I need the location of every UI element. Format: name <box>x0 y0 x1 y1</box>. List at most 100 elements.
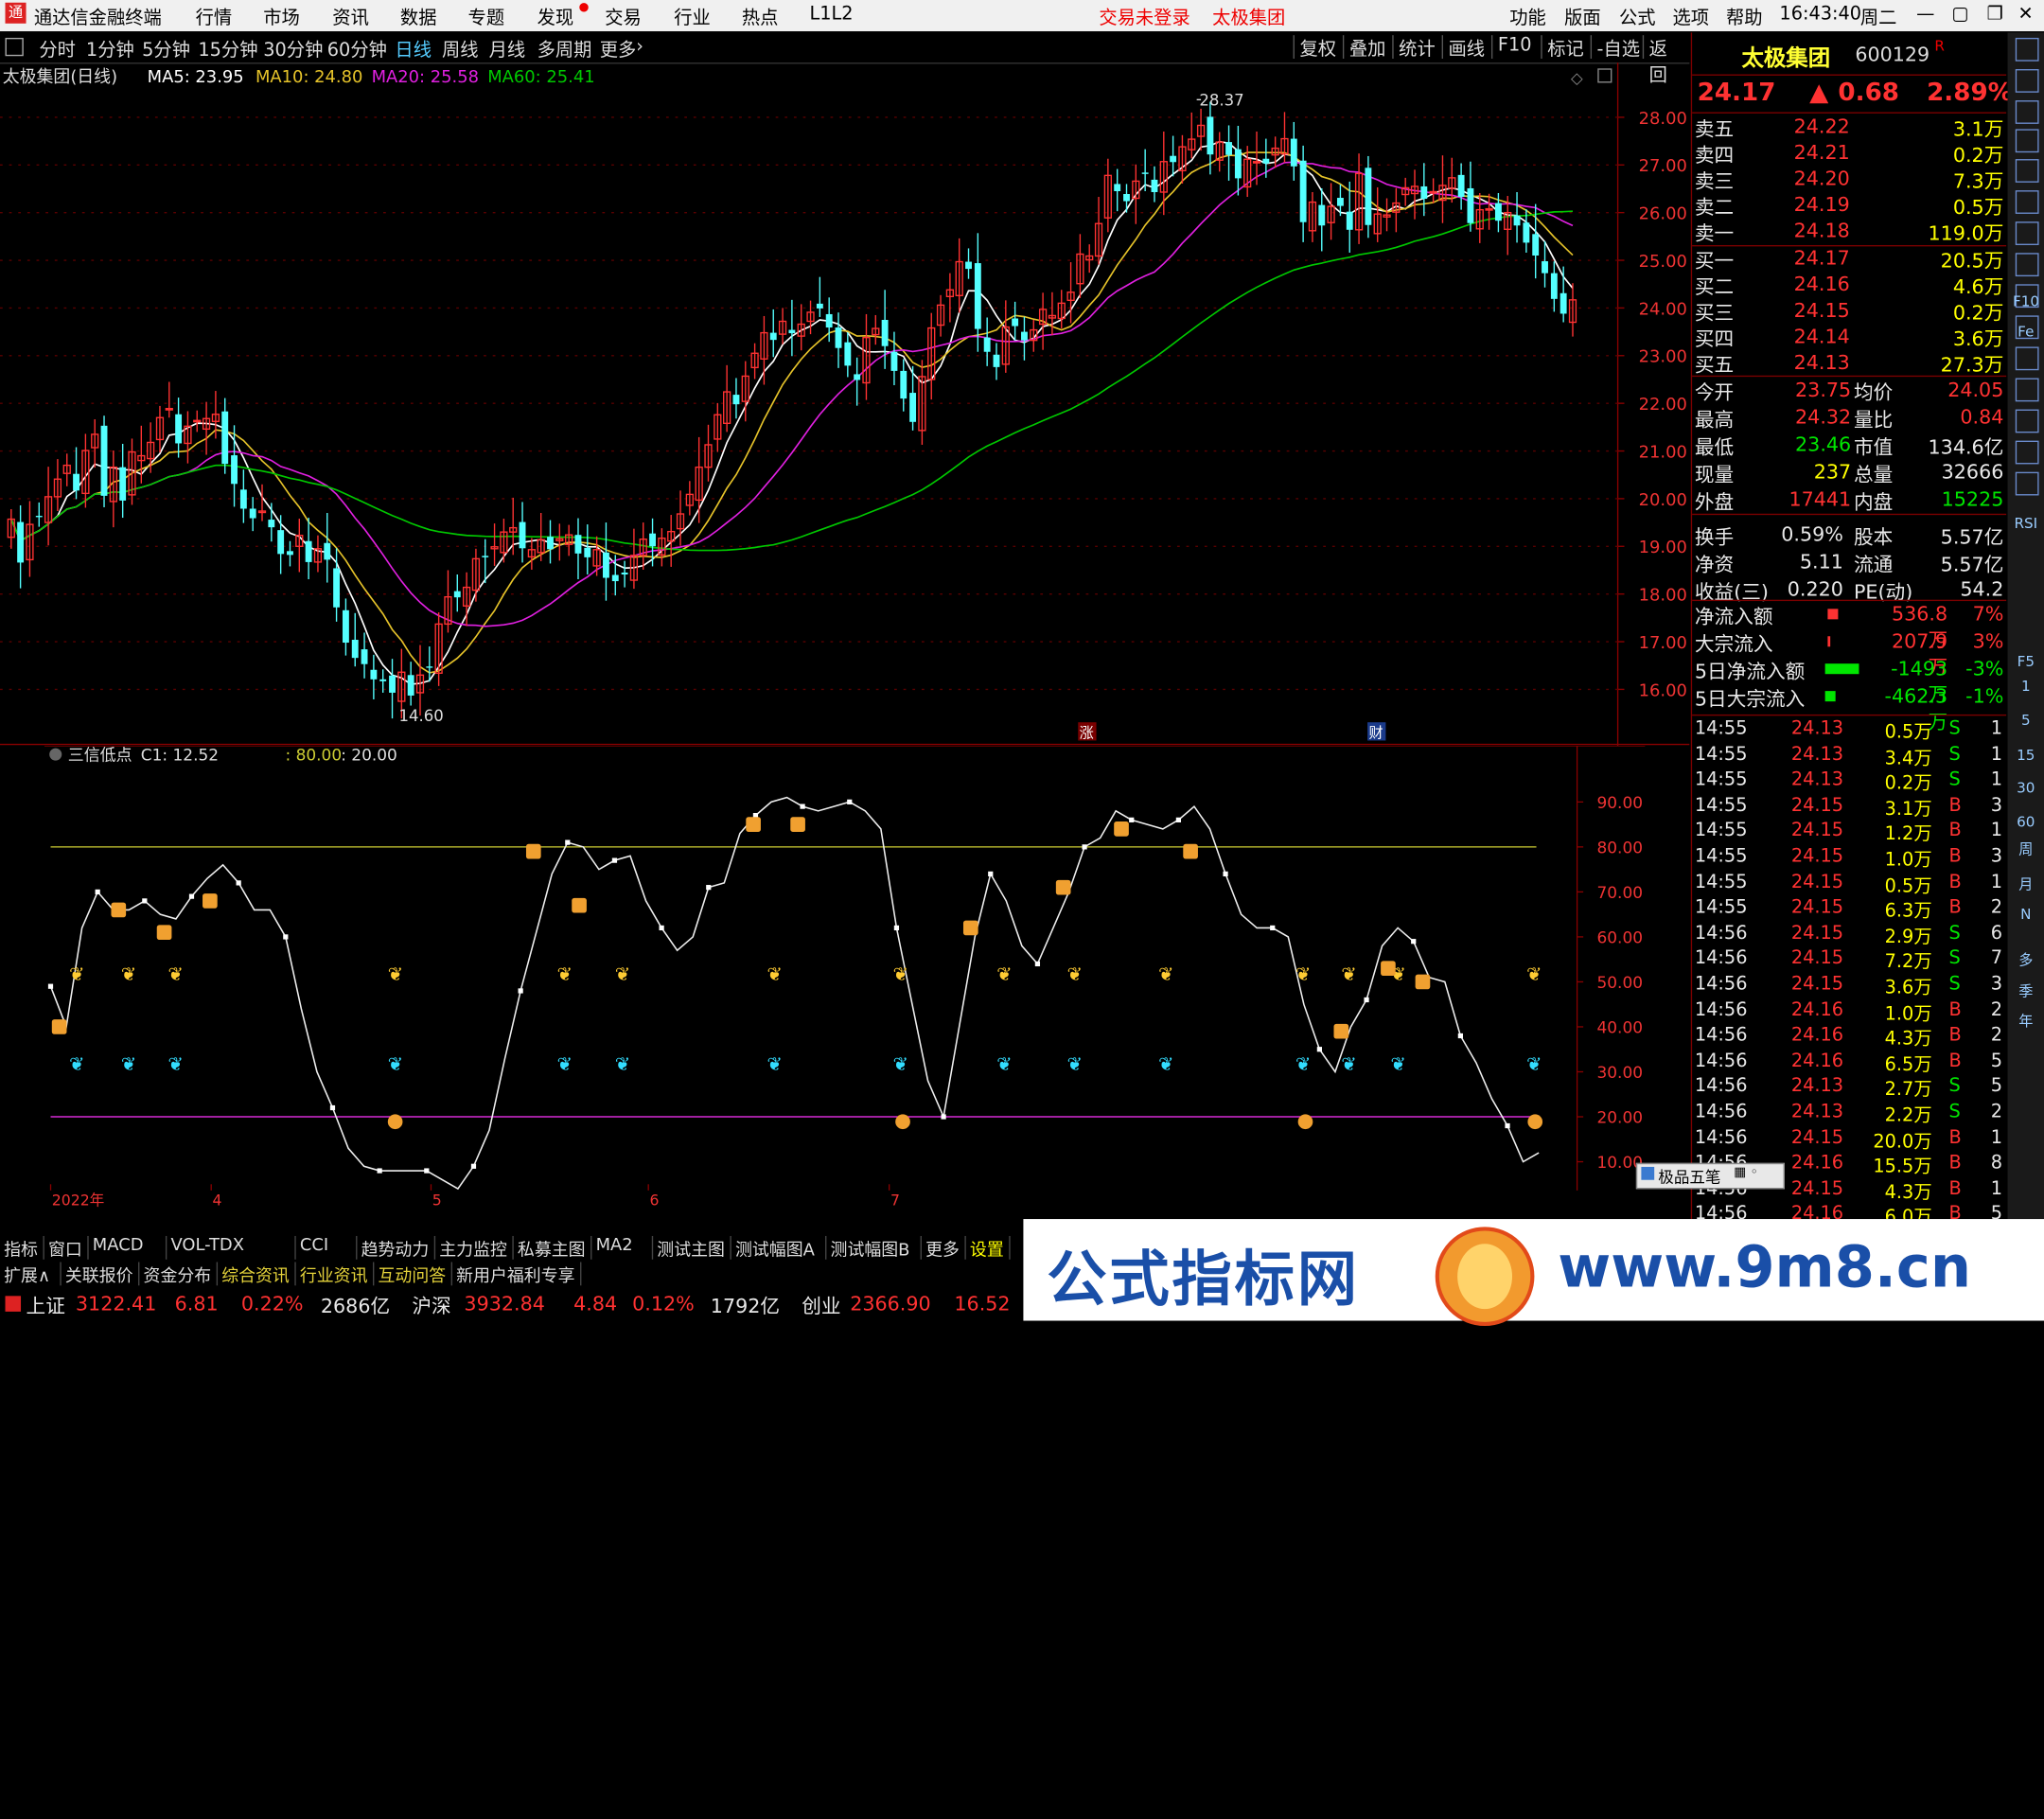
side-tool-icon[interactable] <box>2015 471 2039 496</box>
tab-indicator-12[interactable]: 更多 <box>922 1235 966 1261</box>
menu-faxian[interactable]: 发现 <box>537 4 574 30</box>
tab-indicator-5[interactable]: 趋势动力 <box>357 1235 436 1261</box>
side-tool-icon[interactable] <box>2015 409 2039 433</box>
tab-indicator-7[interactable]: 私募主图 <box>514 1235 592 1261</box>
tool-diejia[interactable]: 叠加 <box>1342 35 1391 60</box>
side-tool-icon[interactable] <box>2015 69 2039 93</box>
tab-info-6[interactable]: 新用户福利专享 <box>452 1262 582 1287</box>
tab-info-1[interactable]: 关联报价 <box>62 1262 140 1287</box>
menu-gongshi[interactable]: 公式 <box>1619 4 1656 30</box>
tab-info-4[interactable]: 行业资讯 <box>296 1262 375 1287</box>
menu-jiaoyi[interactable]: 交易 <box>605 4 642 30</box>
tool-fanhui[interactable]: 返回 <box>1642 35 1690 86</box>
side-tool-icon[interactable] <box>2015 159 2039 183</box>
panel-toggle-icon[interactable] <box>5 37 24 57</box>
tab-indicator-1[interactable]: 窗口 <box>44 1235 89 1261</box>
chart-expand-icon[interactable] <box>1597 68 1612 83</box>
side-label-10[interactable]: 30 <box>2013 780 2039 797</box>
maximize-icon[interactable]: ❐ <box>1986 4 2002 25</box>
side-tool-icon[interactable] <box>2015 100 2039 124</box>
tab-info-3[interactable]: 综合资讯 <box>218 1262 296 1287</box>
tab-indicator-9[interactable]: 测试主图 <box>653 1235 731 1261</box>
buy-row[interactable]: 买五 24.13 27.3万 <box>1692 351 2006 378</box>
buy-row[interactable]: 买三 24.15 0.2万 <box>1692 298 2006 325</box>
status-icon[interactable] <box>5 1296 22 1312</box>
buy-row[interactable]: 买一 24.17 20.5万 <box>1692 246 2006 273</box>
tab-info-0[interactable]: 扩展∧ <box>0 1262 62 1287</box>
period-30min[interactable]: 30分钟 <box>263 37 323 63</box>
price-chart[interactable]: 16.00 17.00 18.00 19.00 20.00 21.00 22.00 23.00… <box>0 62 1690 746</box>
period-5min[interactable]: 5分钟 <box>142 37 190 63</box>
side-label-8[interactable]: 5 <box>2013 712 2039 729</box>
side-tool-icon[interactable] <box>2015 253 2039 277</box>
menu-xuanxiang[interactable]: 选项 <box>1672 4 1709 30</box>
tab-indicator-11[interactable]: 测试幅图B <box>826 1235 922 1261</box>
side-tool-icon[interactable] <box>2015 129 2039 153</box>
side-tool-icon[interactable] <box>2015 346 2039 371</box>
close-icon[interactable]: ✕ <box>2018 4 2034 25</box>
side-label-1[interactable]: 多 <box>2013 949 2039 970</box>
tool-huaxian[interactable]: 画线 <box>1441 35 1490 60</box>
tab-indicator-4[interactable]: CCI <box>296 1235 358 1260</box>
tab-indicator-3[interactable]: VOL-TDX <box>167 1235 296 1260</box>
side-label-0[interactable]: RSI <box>2013 515 2039 532</box>
period-60min[interactable]: 60分钟 <box>327 37 387 63</box>
side-tool-icon[interactable] <box>2015 221 2039 245</box>
menu-hangqing[interactable]: 行情 <box>196 4 233 30</box>
side-label-11[interactable]: 60 <box>2013 814 2039 831</box>
side-label-14[interactable]: F5 <box>2013 653 2039 670</box>
side-tool-icon[interactable] <box>2015 440 2039 465</box>
side-label-9[interactable]: 15 <box>2013 747 2039 764</box>
minimize-icon[interactable]: — <box>1916 4 1934 25</box>
tab-indicator-10[interactable]: 测试幅图A <box>731 1235 827 1261</box>
buy-row[interactable]: 买二 24.16 4.6万 <box>1692 273 2006 299</box>
tool-zixuan[interactable]: -自选 <box>1590 35 1646 60</box>
sell-row[interactable]: 卖二 24.19 0.5万 <box>1692 193 2006 220</box>
period-1min[interactable]: 1分钟 <box>86 37 134 63</box>
trade-login-status[interactable]: 交易未登录 <box>1099 4 1189 30</box>
side-label-6[interactable]: N <box>2013 906 2039 923</box>
side-label-5[interactable]: 月 <box>2013 874 2039 894</box>
side-label-2[interactable]: 季 <box>2013 980 2039 1001</box>
ime-popup[interactable]: 极品五笔 ▦ ◦ <box>1635 1162 1785 1190</box>
indicator-chart[interactable]: 10.0020.0030.0040.0050.0060.0070.0080.00… <box>0 745 1689 1215</box>
tab-indicator-0[interactable]: 指标 <box>0 1235 44 1261</box>
side-tool-icon[interactable] <box>2015 378 2039 402</box>
menu-zixun[interactable]: 资讯 <box>332 4 369 30</box>
tool-fuquan[interactable]: 复权 <box>1293 35 1342 60</box>
restore-icon[interactable]: ▢ <box>1951 4 1968 25</box>
period-weekly[interactable]: 周线 <box>442 37 479 63</box>
side-tool-icon[interactable] <box>2015 37 2039 62</box>
tab-info-5[interactable]: 互动问答 <box>374 1262 453 1287</box>
sell-row[interactable]: 卖四 24.21 0.2万 <box>1692 141 2006 168</box>
tool-tongji[interactable]: 统计 <box>1392 35 1440 60</box>
period-monthly[interactable]: 月线 <box>489 37 526 63</box>
side-label-4[interactable]: 周 <box>2013 839 2039 859</box>
sell-row[interactable]: 卖五 24.22 3.1万 <box>1692 115 2006 141</box>
period-fenshi[interactable]: 分时 <box>39 37 76 63</box>
menu-shuju[interactable]: 数据 <box>400 4 437 30</box>
ime-options-icon[interactable]: ▦ ◦ <box>1734 1166 1758 1180</box>
period-15min[interactable]: 15分钟 <box>198 37 257 63</box>
collapse-icon[interactable] <box>49 748 62 761</box>
period-daily[interactable]: 日线 <box>395 37 432 63</box>
period-multi[interactable]: 多周期 <box>537 37 592 63</box>
tab-info-2[interactable]: 资金分布 <box>139 1262 219 1287</box>
menu-zhuanti[interactable]: 专题 <box>468 4 505 30</box>
sell-row[interactable]: 卖一 24.18 119.0万 <box>1692 219 2006 245</box>
menu-shichang[interactable]: 市场 <box>263 4 300 30</box>
chevron-right-icon[interactable]: › <box>636 37 643 58</box>
tool-f10[interactable]: F10 <box>1490 35 1537 59</box>
side-label-7[interactable]: 1 <box>2013 678 2039 695</box>
side-label-3[interactable]: 年 <box>2013 1011 2039 1032</box>
menu-hangye[interactable]: 行业 <box>674 4 711 30</box>
menu-redian[interactable]: 热点 <box>742 4 779 30</box>
tick-list[interactable]: 14:55 24.13 0.5万 S 1 14:55 24.13 3.4万 S 1 14:55 24.… <box>1692 715 2006 1219</box>
side-label-13[interactable]: Fe <box>2013 324 2039 341</box>
tool-biaoji[interactable]: 标记 <box>1541 35 1589 60</box>
side-label-12[interactable]: F10 <box>2013 293 2039 310</box>
period-more[interactable]: 更多 <box>600 37 637 63</box>
menu-l1l2[interactable]: L1L2 <box>809 4 853 25</box>
buy-row[interactable]: 买四 24.14 3.6万 <box>1692 325 2006 351</box>
sell-row[interactable]: 卖三 24.20 7.3万 <box>1692 167 2006 193</box>
